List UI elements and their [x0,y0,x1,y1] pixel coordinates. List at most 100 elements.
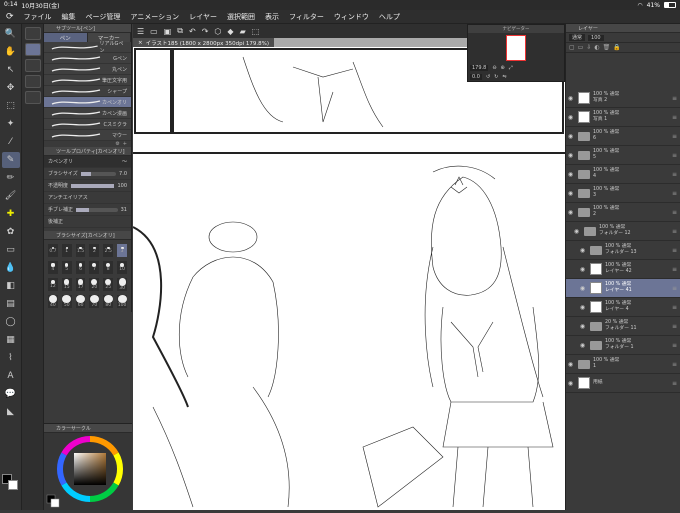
brush-item[interactable]: シャープ [44,86,131,97]
new-doc-icon[interactable]: ▭ [150,27,158,36]
layer-row[interactable]: ◉ 100 % 通常 1 ≡ [566,355,680,374]
move-layer-tool-icon[interactable]: ✥ [2,80,20,96]
layer-row[interactable]: ◉ 100 % 通常 フォルダー 12 ≡ [566,222,680,241]
hamburger-icon[interactable]: ☰ [137,27,144,36]
layer-row[interactable]: ◉ 100 % 通常 レイヤー 41 ≡ [566,279,680,298]
eye-icon[interactable]: ◉ [566,95,575,102]
brush-item[interactable]: マウー [44,130,131,141]
toolprop-row[interactable]: 不透明度 100 [44,180,131,192]
move-tool-icon[interactable]: ✋ [2,44,20,60]
rotate-left-icon[interactable]: ↺ [486,74,490,80]
eye-icon[interactable]: ◉ [566,190,575,197]
brush-size-option[interactable]: 70 [88,294,101,309]
delete-layer-icon[interactable]: 🗑 [603,44,611,51]
rotate-right-icon[interactable]: ↻ [494,74,498,80]
airbrush-tool-icon[interactable]: ✚ [2,206,20,222]
eye-icon[interactable]: ◉ [566,361,575,368]
brush-item[interactable]: 筆圧文字用 [44,75,131,86]
merge-icon[interactable]: ⇩ [586,44,591,51]
new-folder-icon[interactable]: ▭ [578,44,584,51]
brush-size-option[interactable]: 8 [102,260,115,275]
eye-icon[interactable]: ◉ [578,285,587,292]
navigator-zoom[interactable]: 179.8 [470,65,489,71]
menu-selection[interactable]: 選択範囲 [227,12,255,22]
layer-row[interactable]: ◉ 用紙 ≡ [566,374,680,393]
layer-row[interactable]: ◉ 100 % 通常 2 ≡ [566,203,680,222]
layer-row[interactable]: ◉ 20 % 通常 フォルダー 11 ≡ [566,317,680,336]
layer-menu-icon[interactable]: ≡ [672,171,677,178]
subtool-group-4[interactable] [24,75,41,88]
layer-menu-icon[interactable]: ≡ [672,342,677,349]
brush-size-option[interactable]: 25 [102,277,115,292]
layer-menu-icon[interactable]: ≡ [672,361,677,368]
layer-opacity[interactable]: 100 [588,34,604,41]
layer-menu-icon[interactable]: ≡ [672,247,677,254]
auto-select-tool-icon[interactable]: ✦ [2,116,20,132]
prop-slider[interactable] [76,207,118,212]
layer-menu-icon[interactable]: ≡ [672,95,677,102]
brush-size-option[interactable]: 17 [74,277,87,292]
brush-size-option[interactable]: 5 [60,260,73,275]
layer-menu-icon[interactable]: ≡ [672,209,677,216]
toolprop-row[interactable]: ブラシサイズ 7.0 [44,168,131,180]
brush-size-option[interactable]: 80 [102,294,115,309]
layer-menu-icon[interactable]: ≡ [672,266,677,273]
layer-menu-icon[interactable]: ≡ [672,323,677,330]
text-tool-icon[interactable]: A [2,368,20,384]
redo-icon[interactable]: ↷ [202,27,209,36]
canvas-paper[interactable] [132,47,565,510]
eye-icon[interactable]: ◉ [566,171,575,178]
menu-file[interactable]: ファイル [24,12,52,22]
decoration-tool-icon[interactable]: ✿ [2,224,20,240]
document-tab[interactable]: × イラスト185 (1800 x 2800px 350dpi 179.8%) [133,38,275,47]
tab-pen[interactable]: ペン [44,33,88,42]
subtool-group-3[interactable] [24,59,41,72]
subtool-group-1[interactable] [24,27,41,40]
eye-icon[interactable]: ◉ [578,247,587,254]
layer-row[interactable]: ◉ 100 % 通常 写真 1 ≡ [566,108,680,127]
brush-size-option[interactable]: 2.5 [102,243,115,258]
zoom-out-icon[interactable]: ⊖ [492,65,496,71]
settings-icon[interactable]: ⚙ [115,141,119,147]
menu-page[interactable]: ページ管理 [86,12,121,22]
menu-edit[interactable]: 編集 [62,12,76,22]
prop-slider[interactable] [80,171,117,176]
menu-window[interactable]: ウィンドウ [334,12,369,22]
menu-filter[interactable]: フィルター [289,12,324,22]
brush-item[interactable]: Gペン [44,53,131,64]
toolprop-row[interactable]: 手ブレ補正 31 [44,204,131,216]
layer-menu-icon[interactable]: ≡ [672,228,677,235]
correct-line-tool-icon[interactable]: ◣ [2,404,20,420]
layer-icon[interactable]: ⧉ [177,26,183,36]
brush-size-option[interactable]: 15 [60,277,73,292]
erase-icon[interactable]: ▰ [240,27,246,36]
brush-size-option[interactable]: 3 [116,243,128,258]
navigator-angle[interactable]: 0.0 [470,74,482,80]
brush-tool-icon[interactable]: 🖌 [2,188,20,204]
layer-row[interactable]: ◉ 100 % 通常 4 ≡ [566,165,680,184]
brush-size-option[interactable]: 12 [47,277,59,292]
brush-size-option[interactable]: 40 [47,294,59,309]
brush-size-option[interactable]: 0.7 [47,243,59,258]
brush-size-option[interactable]: 1.5 [74,243,87,258]
layer-row[interactable]: ◉ 100 % 通常 6 ≡ [566,127,680,146]
layer-menu-icon[interactable]: ≡ [672,152,677,159]
operation-tool-icon[interactable]: ↖ [2,62,20,78]
zoom-in-icon[interactable]: ⊕ [501,65,505,71]
sub-color-swatch[interactable] [8,480,18,490]
eye-icon[interactable]: ◉ [578,266,587,273]
close-icon[interactable]: × [138,40,143,46]
pencil-tool-icon[interactable]: ✏ [2,170,20,186]
prop-slider[interactable] [71,183,115,188]
brush-size-option[interactable]: 1 [60,243,73,258]
brush-item[interactable]: カペン漫画 [44,108,131,119]
layer-row[interactable]: ◉ 100 % 通常 フォルダー 13 ≡ [566,241,680,260]
undo-icon[interactable]: ↶ [189,27,196,36]
navigator-preview[interactable] [506,35,526,61]
brush-item[interactable]: カペンオリ [44,97,131,108]
subtool-group-pen[interactable] [24,43,41,56]
toolprop-row[interactable]: アンチエイリアス [44,192,131,204]
menu-view[interactable]: 表示 [265,12,279,22]
eye-icon[interactable]: ◉ [578,304,587,311]
layer-menu-icon[interactable]: ≡ [672,380,677,387]
